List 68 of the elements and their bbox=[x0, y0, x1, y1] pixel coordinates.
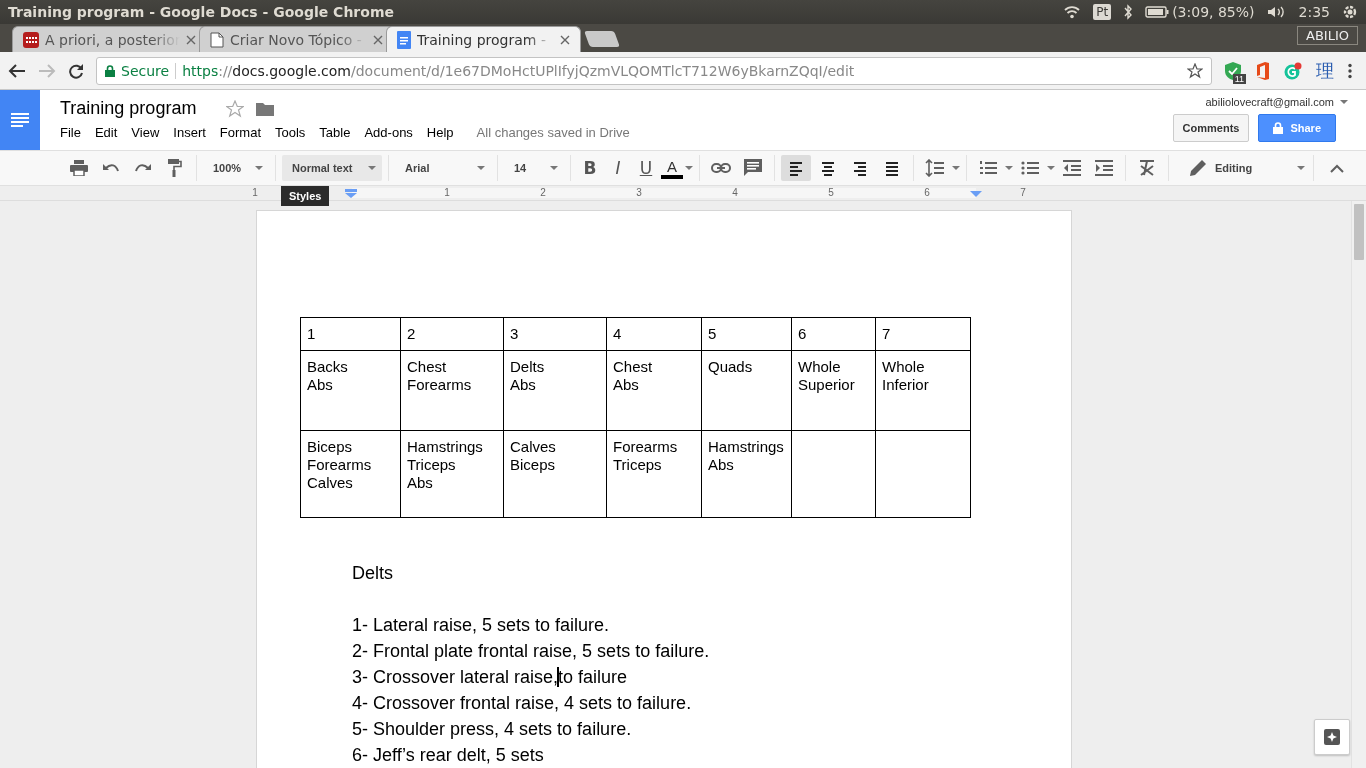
table-cell: Whole Superior bbox=[791, 350, 876, 431]
table-cell: Chest Abs bbox=[606, 350, 702, 431]
keyboard-layout-indicator[interactable]: Pt bbox=[1093, 4, 1112, 20]
extension-button[interactable]: 理 bbox=[1316, 58, 1334, 83]
window-title: Training program - Google Docs - Google Chrome bbox=[8, 4, 395, 20]
section-heading: Delts bbox=[352, 562, 394, 585]
comments-button[interactable]: Comments bbox=[1172, 114, 1250, 142]
menu-item[interactable]: Edit bbox=[87, 123, 125, 142]
clock[interactable]: 2:35 bbox=[1298, 4, 1330, 20]
ruler-number: 5 bbox=[827, 186, 835, 200]
ruler-number: 1 bbox=[251, 186, 259, 200]
address-bar[interactable]: Secure https://docs.google.com/document/d/1e67DMoHctUPlIfyjQzmVLQOMTlcT712W6yBkarnZQqI/edit bbox=[96, 56, 1212, 85]
menu-item[interactable]: Help bbox=[419, 123, 461, 142]
table-cell: Delts Abs bbox=[503, 350, 607, 431]
list-line: 5- Shoulder press, 4 sets to failure. bbox=[352, 718, 633, 741]
table-cell: Chest Forearms bbox=[400, 350, 504, 431]
ruler-number: 3 bbox=[635, 186, 643, 200]
table-cell: 3 bbox=[503, 317, 607, 351]
menu-item[interactable]: Add-ons bbox=[357, 123, 420, 142]
list-line: 2- Frontal plate frontal raise, 5 sets to failure. bbox=[352, 640, 711, 663]
ruler-number: 7 bbox=[1019, 186, 1027, 200]
url-text: https://docs.google.com/document/d/1e67DMoHctUPlIfyjQzmVLQOMTlcT712W6yBkarnZQqI/edit bbox=[182, 62, 856, 79]
table-cell: Forearms Triceps bbox=[606, 430, 702, 518]
table-cell: Quads bbox=[701, 350, 792, 431]
zoom-dropdown[interactable]: 100% bbox=[203, 155, 269, 181]
ruler-number: 2 bbox=[539, 186, 547, 200]
security-label: Secure bbox=[121, 62, 177, 79]
table-cell: 5 bbox=[701, 317, 792, 351]
table-cell: 1 bbox=[300, 317, 401, 351]
table-cell: 6 bbox=[791, 317, 876, 351]
italic-button[interactable]: I bbox=[605, 157, 631, 179]
table-cell: 7 bbox=[875, 317, 971, 351]
table-cell: Whole Inferior bbox=[875, 350, 971, 431]
list-line: 4- Crossover frontal raise, 4 sets to failure. bbox=[352, 692, 693, 715]
list-line: 6- Jeff’s rear delt, 5 sets bbox=[352, 744, 545, 767]
menu-item[interactable]: Insert bbox=[166, 123, 213, 142]
ruler-number: 6 bbox=[923, 186, 931, 200]
ruler-number: 4 bbox=[731, 186, 739, 200]
battery-status: (3:09, 85%) bbox=[1172, 4, 1255, 20]
table-cell: Calves Biceps bbox=[503, 430, 607, 518]
ruler-number: 1 bbox=[443, 186, 451, 200]
mode-dropdown[interactable]: Editing bbox=[1169, 155, 1314, 181]
account-email[interactable]: abiliolovecraft@gmail.com bbox=[1205, 96, 1334, 108]
style-dropdown[interactable]: Normal text bbox=[282, 155, 382, 181]
table-cell: Backs Abs bbox=[300, 350, 401, 431]
font-dropdown[interactable]: Arial bbox=[395, 155, 491, 181]
list-line: 3- Crossover lateral raise,to failure bbox=[352, 666, 629, 689]
extension-badge: 11 bbox=[1232, 73, 1246, 84]
table-cell: Hamstrings Abs bbox=[701, 430, 792, 518]
table-cell: Biceps Forearms Calves bbox=[300, 430, 401, 518]
menu-item[interactable]: File bbox=[60, 123, 88, 142]
menu-item[interactable]: Table bbox=[312, 123, 358, 142]
bold-button[interactable]: B bbox=[577, 157, 603, 179]
profile-button[interactable]: ABILIO bbox=[1297, 26, 1358, 45]
font-size-dropdown[interactable]: 14 bbox=[504, 155, 564, 181]
browser-tab[interactable]: Training program - bbox=[386, 26, 581, 52]
table-cell: 4 bbox=[606, 317, 702, 351]
list-line: 1- Lateral raise, 5 sets to failure. bbox=[352, 614, 611, 637]
tooltip: Styles bbox=[281, 186, 330, 206]
menu-item[interactable]: View bbox=[124, 123, 167, 142]
document-title[interactable]: Training program bbox=[60, 98, 197, 119]
save-status: All changes saved in Drive bbox=[476, 125, 630, 140]
menu-item[interactable]: Tools bbox=[268, 123, 313, 142]
underline-button[interactable]: U bbox=[633, 157, 659, 179]
table-cell: Hamstrings Triceps Abs bbox=[400, 430, 504, 518]
menu-item[interactable]: Format bbox=[212, 123, 268, 142]
table-cell: 2 bbox=[400, 317, 504, 351]
text-color-button[interactable]: A bbox=[661, 157, 683, 179]
